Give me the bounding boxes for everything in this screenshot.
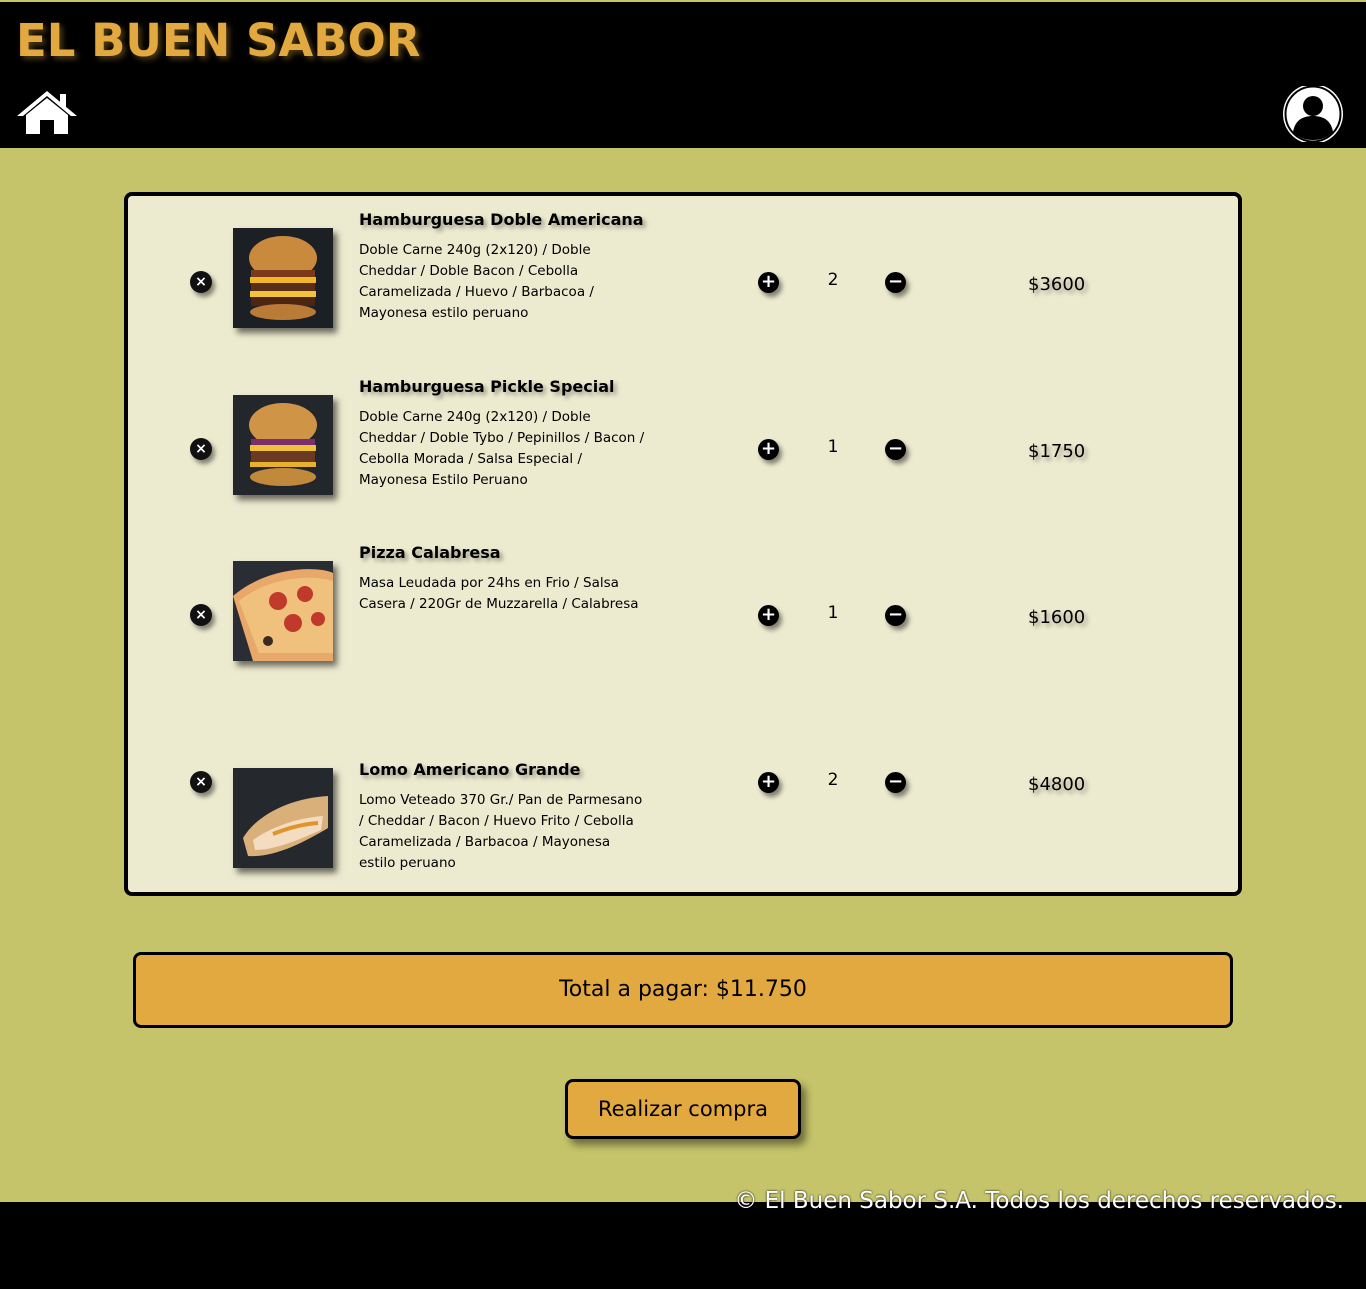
item-description: Lomo Veteado 370 Gr./ Pan de Parmesano /… — [359, 792, 643, 871]
cart-item: × Lomo Americano Grande Lomo Veteado 370… — [128, 760, 1238, 900]
increase-quantity-button[interactable]: + — [758, 772, 779, 793]
item-description: Doble Carne 240g (2x120) / Doble Cheddar… — [359, 242, 594, 321]
remove-item-button[interactable]: × — [190, 604, 212, 626]
increase-quantity-button[interactable]: + — [758, 605, 779, 626]
remove-item-button[interactable]: × — [190, 438, 212, 460]
top-navbar: EL BUEN SABOR — [0, 2, 1366, 148]
user-avatar-icon[interactable] — [1281, 84, 1345, 144]
home-icon[interactable] — [14, 88, 80, 138]
remove-item-button[interactable]: × — [190, 271, 212, 293]
footer-copyright: © El Buen Sabor S.A. Todos los derechos … — [734, 1188, 1344, 1214]
footer — [0, 1202, 1366, 1289]
decrease-quantity-button[interactable]: − — [885, 772, 906, 793]
item-name: Hamburguesa Pickle Special — [359, 377, 615, 396]
item-price: $1600 — [1028, 607, 1086, 628]
item-name: Lomo Americano Grande — [359, 760, 581, 779]
increase-quantity-button[interactable]: + — [758, 272, 779, 293]
item-quantity: 2 — [827, 270, 839, 290]
item-description: Doble Carne 240g (2x120) / Doble Cheddar… — [359, 409, 645, 488]
place-order-button[interactable]: Realizar compra — [565, 1079, 801, 1139]
brand-logo-text: EL BUEN SABOR — [16, 14, 421, 67]
cart-panel: × Hamburguesa Doble Americana Doble Carn… — [124, 192, 1242, 896]
item-name: Pizza Calabresa — [359, 543, 501, 562]
item-price: $1750 — [1028, 441, 1086, 462]
item-image — [233, 228, 333, 328]
item-image — [233, 395, 333, 495]
item-image — [233, 768, 333, 868]
item-quantity: 2 — [827, 770, 839, 790]
item-image — [233, 561, 333, 661]
decrease-quantity-button[interactable]: − — [885, 605, 906, 626]
decrease-quantity-button[interactable]: − — [885, 439, 906, 460]
item-quantity: 1 — [827, 437, 839, 457]
item-price: $4800 — [1028, 774, 1086, 795]
remove-item-button[interactable]: × — [190, 771, 212, 793]
item-description: Masa Leudada por 24hs en Frio / Salsa Ca… — [359, 575, 639, 612]
item-name: Hamburguesa Doble Americana — [359, 210, 644, 229]
decrease-quantity-button[interactable]: − — [885, 272, 906, 293]
increase-quantity-button[interactable]: + — [758, 439, 779, 460]
cart-item: × Hamburguesa Doble Americana Doble Carn… — [128, 210, 1238, 350]
item-price: $3600 — [1028, 274, 1086, 295]
total-to-pay: Total a pagar: $11.750 — [133, 952, 1233, 1028]
cart-item: × Pizza Calabresa Masa Leudada por 24hs … — [128, 543, 1238, 683]
cart-item: × Hamburguesa Pickle Special Doble Carne… — [128, 377, 1238, 517]
item-quantity: 1 — [827, 603, 839, 623]
